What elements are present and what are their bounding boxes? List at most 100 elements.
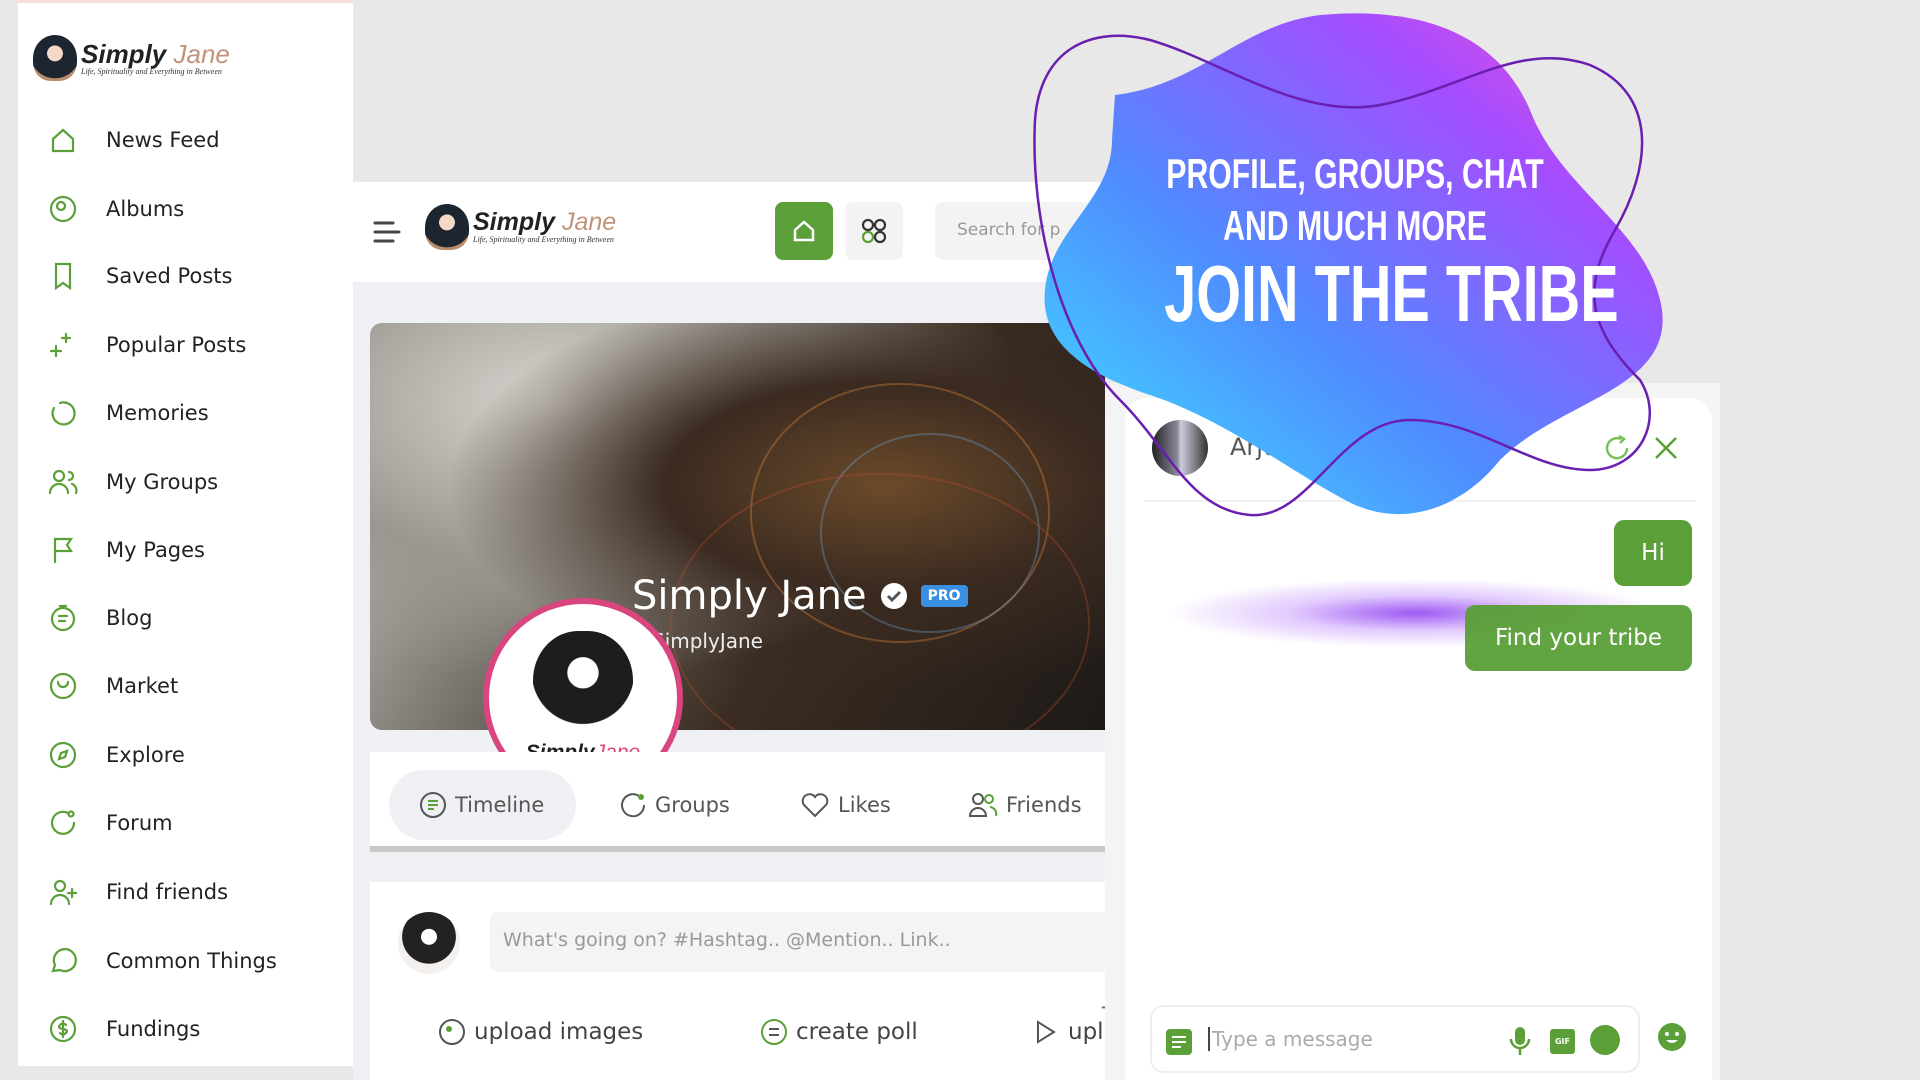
notes-icon[interactable] [1166,1029,1192,1055]
action-label: upload images [474,1019,644,1045]
header-logo[interactable]: Simply Jane Life, Spirituality and Every… [425,204,616,250]
logo-text-accent: Jane [173,38,230,69]
emoji-icon[interactable] [1657,1022,1687,1052]
brand-logo[interactable]: Simply Jane Life, Spirituality and Every… [33,35,230,81]
add-user-icon [49,879,78,906]
sidebar-item-popular-posts[interactable]: Popular Posts [48,325,348,365]
profile-tabs: Timeline Groups Likes Friends [370,752,1105,852]
tab-label: Groups [655,793,730,817]
groups-icon [621,793,646,818]
logo-text: Simply [81,38,167,69]
composer-avatar [398,912,460,974]
tab-groups[interactable]: Groups [589,770,760,840]
upload-images-button[interactable]: upload images [438,1018,643,1046]
tab-label: Friends [1006,793,1082,817]
sidebar: Simply Jane Life, Spirituality and Every… [18,0,353,1066]
sidebar-item-blog[interactable]: Blog [48,598,348,638]
refresh-icon[interactable] [1603,433,1633,463]
sidebar-item-label: My Pages [106,538,206,562]
sidebar-item-label: My Groups [106,470,219,494]
logo-tagline: Life, Spirituality and Everything in Bet… [81,66,222,76]
sidebar-item-memories[interactable]: Memories [48,393,348,433]
logo-hair-image [425,204,469,250]
sidebar-item-label: Popular Posts [106,333,247,357]
sidebar-item-label: Blog [106,606,153,630]
tab-timeline[interactable]: Timeline [389,770,576,840]
tab-likes[interactable]: Likes [770,770,921,840]
home-icon [793,220,815,242]
market-icon [49,672,77,700]
promo-text: PROFILE, GROUPS, CHAT AND MUCH MORE JOIN… [1090,150,1620,340]
sidebar-item-label: Fundings [106,1017,201,1041]
heart-icon [801,793,829,818]
upload-icon [1037,1020,1056,1044]
avatar-illustration [533,631,633,741]
message-bubble: Find your tribe [1465,605,1692,671]
sidebar-item-my-groups[interactable]: My Groups [48,462,348,502]
gif-button[interactable]: GIF [1550,1029,1575,1054]
sparkle-icon [49,332,72,358]
sidebar-item-explore[interactable]: Explore [48,735,348,775]
sidebar-item-common-things[interactable]: Common Things [48,941,348,981]
contact-avatar[interactable] [1152,420,1208,476]
poll-icon [761,1019,787,1045]
promo-headline: JOIN THE TRIBE [1164,249,1619,338]
sidebar-item-label: Albums [106,197,185,221]
message-input[interactable]: Type a message [1208,1027,1373,1051]
sidebar-item-saved-posts[interactable]: Saved Posts [48,256,348,296]
sidebar-item-find-friends[interactable]: Find friends [48,872,348,912]
menu-icon[interactable] [373,218,401,246]
blog-icon [50,604,76,632]
chat-icon [51,948,77,973]
sidebar-item-market[interactable]: Market [48,666,348,706]
promo-line-1: PROFILE, GROUPS, CHAT [1166,150,1544,197]
logo-text-accent: Jane [561,208,617,236]
sidebar-item-label: Market [106,674,179,698]
color-button[interactable] [1590,1025,1620,1055]
sidebar-item-label: Forum [106,811,173,835]
search-input[interactable]: Search for p [935,202,1105,260]
image-icon [439,1019,465,1045]
logo-tagline: Life, Spirituality and Everything in Bet… [473,235,614,244]
sidebar-item-news-feed[interactable]: News Feed [48,120,348,160]
divider [1145,500,1695,502]
home-button[interactable] [775,202,833,260]
microphone-icon[interactable] [1508,1025,1532,1057]
tab-label: Timeline [455,793,545,817]
composer-input[interactable]: What's going on? #Hashtag.. @Mention.. L… [490,912,1105,972]
sidebar-item-label: Common Things [106,949,277,973]
post-composer: What's going on? #Hashtag.. @Mention.. L… [370,882,1105,1080]
sidebar-item-label: Memories [106,401,209,425]
create-poll-button[interactable]: create poll [760,1018,918,1046]
dollar-icon [49,1015,77,1043]
friends-icon [968,793,998,817]
sidebar-item-my-pages[interactable]: My Pages [48,530,348,570]
close-icon[interactable] [1653,435,1679,461]
action-label: create poll [796,1019,918,1045]
flag-icon [53,537,74,564]
groups-icon [48,469,78,495]
contact-name[interactable]: Arjun H [1230,433,1319,461]
profile-name: Simply Jane [632,573,867,619]
message-bubble: Hi [1614,520,1692,586]
pro-badge: PRO [920,585,968,607]
logo-hair-image [33,35,77,81]
upload-button[interactable]: upl [1032,1018,1104,1046]
tab-friends[interactable]: Friends [938,770,1112,840]
sidebar-item-label: Explore [106,743,185,767]
albums-icon [49,195,77,223]
sidebar-item-label: Find friends [106,880,229,904]
sidebar-item-fundings[interactable]: Fundings [48,1009,348,1049]
apps-button[interactable] [845,202,903,260]
sidebar-item-forum[interactable]: Forum [48,803,348,843]
logo-text: Simply [473,208,555,236]
verified-icon [880,583,907,609]
promo-line-2: AND MUCH MORE [1223,202,1487,249]
timeline-icon [420,792,446,818]
cover-photo: Simply Jane PRO @SimplyJane [370,323,1105,730]
top-header: Simply Jane Life, Spirituality and Every… [353,182,1105,282]
message-input-box[interactable]: Type a message GIF [1150,1005,1640,1073]
memories-icon [51,401,76,426]
sidebar-item-label: News Feed [106,128,220,152]
sidebar-item-albums[interactable]: Albums [48,189,348,229]
